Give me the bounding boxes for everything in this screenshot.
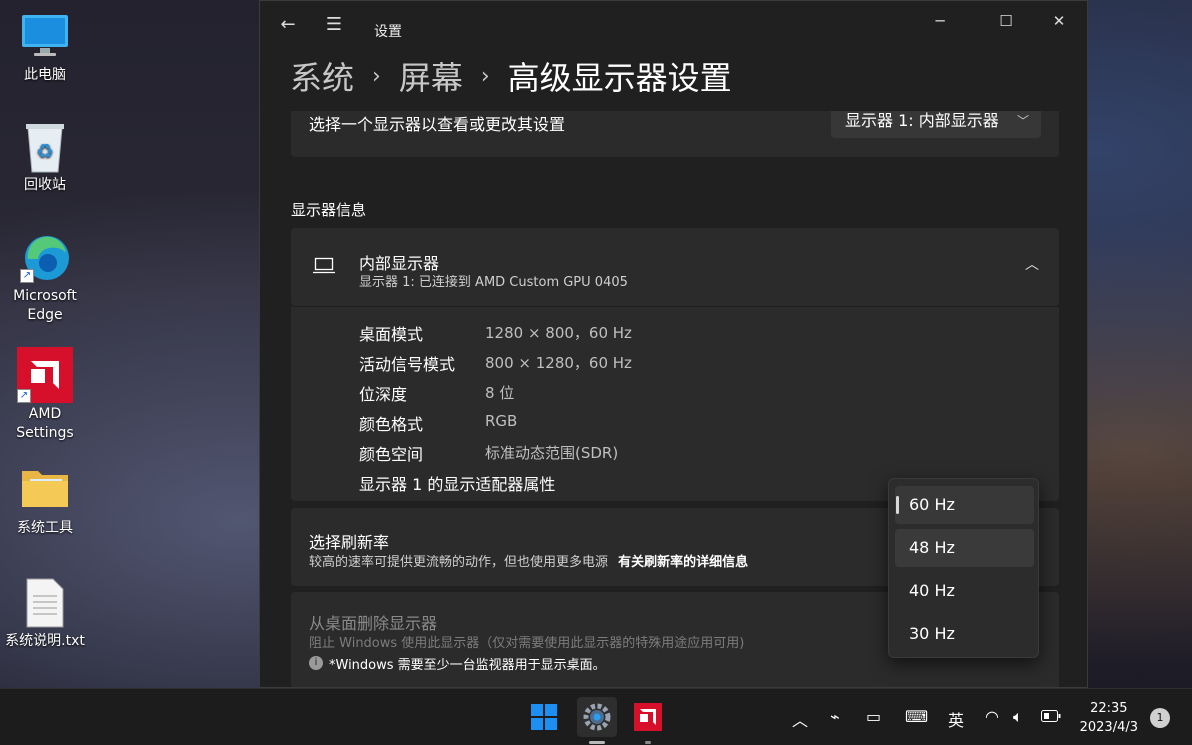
- desktop-icon-label: 此电脑: [24, 67, 66, 83]
- refresh-rate-info-link[interactable]: 有关刷新率的详细信息: [618, 555, 748, 570]
- desktop-icon-recycle-bin[interactable]: ♻ 回收站: [0, 122, 90, 195]
- display-select-value: 显示器 1: 内部显示器: [845, 111, 999, 130]
- close-button[interactable]: ✕: [1036, 7, 1082, 35]
- desktop-icon-label: 回收站: [24, 177, 66, 193]
- wifi-icon[interactable]: ◠: [985, 707, 999, 726]
- display-info-header[interactable]: 内部显示器 显示器 1: 已连接到 AMD Custom GPU 0405 ︿: [291, 228, 1059, 306]
- select-display-card: 选择一个显示器以查看或更改其设置 显示器 1: 内部显示器 ﹀: [291, 111, 1059, 157]
- adapter-properties-link[interactable]: 显示器 1 的显示适配器属性: [359, 471, 555, 495]
- taskbar-amd-app[interactable]: [628, 697, 668, 744]
- section-title-display-info: 显示器信息: [291, 201, 367, 219]
- refresh-rate-dropdown: 60 Hz 48 Hz 40 Hz 30 Hz: [888, 478, 1039, 658]
- display-info-details: 桌面模式 1280 × 800，60 Hz 活动信号模式 800 × 1280，…: [291, 307, 1059, 501]
- desktop-icon-edge[interactable]: ↗ Microsoft Edge: [0, 233, 90, 325]
- refresh-option-48[interactable]: 48 Hz: [895, 529, 1034, 567]
- breadcrumb-system[interactable]: 系统: [290, 53, 354, 99]
- chevron-up-icon[interactable]: ︿: [1025, 254, 1039, 274]
- show-hidden-icons-icon[interactable]: ︿: [792, 707, 808, 731]
- keyboard-icon[interactable]: ⌨: [905, 707, 928, 726]
- usb-icon[interactable]: ⌁: [830, 707, 840, 726]
- info-value-desktop-mode: 1280 × 800，60 Hz: [485, 324, 632, 342]
- desktop-icon-label: 系统工具: [17, 520, 73, 536]
- taskbar: ︿ ⌁ ▭ ⌨ 英 ◠ 🔈︎ 22:35 2023/4/3 1: [0, 688, 1192, 745]
- info-label-color-format: 颜色格式: [359, 415, 424, 434]
- desktop-icon-this-pc[interactable]: 此电脑: [0, 12, 90, 85]
- info-value-color-space: 标准动态范围(SDR): [485, 444, 619, 462]
- window-title: 设置: [374, 24, 402, 40]
- amd-icon: ↗: [17, 347, 73, 403]
- clock-date: 2023/4/3: [1079, 720, 1138, 735]
- hamburger-menu-icon[interactable]: ☰: [322, 13, 346, 37]
- laptop-icon: [313, 257, 335, 279]
- refresh-rate-description: 较高的速率可提供更流畅的动作，但也使用更多电源 有关刷新率的详细信息: [309, 551, 748, 570]
- page-title: 高级显示器设置: [507, 59, 732, 97]
- refresh-option-label: 60 Hz: [909, 495, 955, 514]
- info-icon: i: [309, 656, 323, 670]
- back-arrow-icon[interactable]: ←: [276, 13, 300, 37]
- start-button[interactable]: [524, 697, 564, 737]
- shortcut-arrow-icon: ↗: [17, 389, 31, 403]
- display-select-dropdown[interactable]: 显示器 1: 内部显示器 ﹀: [831, 111, 1041, 138]
- info-value-active-signal: 800 × 1280，60 Hz: [485, 354, 632, 372]
- desktop-icon-label: 系统说明.txt: [5, 633, 85, 649]
- breadcrumb-display[interactable]: 屏幕: [399, 53, 463, 99]
- desktop-icon-readme[interactable]: 系统说明.txt: [0, 578, 90, 651]
- clock-time: 22:35: [1090, 701, 1128, 716]
- refresh-option-40[interactable]: 40 Hz: [895, 572, 1034, 610]
- gear-icon: [583, 703, 611, 731]
- recycle-bin-icon: ♻: [20, 122, 70, 173]
- desktop-icon-label: AMD Settings: [16, 406, 74, 441]
- desktop-icon-label: Microsoft Edge: [13, 288, 77, 323]
- refresh-rate-desc-text: 较高的速率可提供更流畅的动作，但也使用更多电源: [309, 555, 609, 570]
- desktop-icon-system-tools[interactable]: 系统工具: [0, 465, 90, 538]
- windows-logo-icon: [531, 704, 557, 730]
- chevron-down-icon: ﹀: [1016, 114, 1029, 128]
- refresh-option-60[interactable]: 60 Hz: [895, 486, 1034, 524]
- amd-icon: [634, 703, 662, 731]
- active-app-indicator: [589, 741, 605, 744]
- select-display-label: 选择一个显示器以查看或更改其设置: [309, 115, 566, 134]
- refresh-rate-title: 选择刷新率: [309, 533, 390, 552]
- title-bar: ← ☰ 设置 ─ ☐ ✕: [260, 1, 1087, 49]
- folder-icon: [20, 465, 70, 515]
- info-label-desktop-mode: 桌面模式: [359, 325, 424, 344]
- monitor-icon[interactable]: ▭: [866, 707, 881, 726]
- refresh-option-30[interactable]: 30 Hz: [895, 615, 1034, 653]
- info-value-color-format: RGB: [485, 412, 518, 430]
- maximize-button[interactable]: ☐: [983, 7, 1029, 35]
- remove-display-description: 阻止 Windows 使用此显示器（仅对需要使用此显示器的特殊用途应用可用): [309, 636, 745, 651]
- notification-badge[interactable]: 1: [1150, 708, 1170, 728]
- svg-text:♻: ♻: [36, 139, 54, 163]
- info-value-bit-depth: 8 位: [485, 384, 515, 402]
- display-subtitle: 显示器 1: 已连接到 AMD Custom GPU 0405: [359, 275, 628, 290]
- info-label-bit-depth: 位深度: [359, 385, 408, 404]
- text-file-icon: [20, 578, 70, 628]
- shortcut-arrow-icon: ↗: [20, 269, 34, 283]
- info-label-color-space: 颜色空间: [359, 445, 424, 464]
- computer-icon: [20, 12, 70, 62]
- selection-indicator: [896, 496, 899, 514]
- volume-icon[interactable]: 🔈︎: [1013, 707, 1023, 727]
- remove-display-note: *Windows 需要至少一台监视器用于显示桌面。: [329, 658, 606, 673]
- ime-indicator[interactable]: 英: [948, 707, 964, 731]
- remove-display-title: 从桌面删除显示器: [309, 614, 438, 633]
- chevron-right-icon: ›: [480, 63, 490, 89]
- info-label-active-signal: 活动信号模式: [359, 355, 456, 374]
- chevron-right-icon: ›: [372, 63, 381, 89]
- taskbar-settings-app[interactable]: [577, 697, 617, 744]
- minimize-button[interactable]: ─: [917, 7, 963, 35]
- clock[interactable]: 22:35 2023/4/3: [1080, 699, 1138, 737]
- desktop-icon-amd-settings[interactable]: ↗ AMD Settings: [0, 347, 90, 443]
- refresh-option-label: 48 Hz: [909, 538, 955, 557]
- edge-icon: ↗: [20, 233, 70, 283]
- breadcrumb: 系统 › 屏幕 › 高级显示器设置: [290, 53, 732, 99]
- refresh-option-label: 30 Hz: [909, 624, 955, 643]
- running-app-indicator: [645, 741, 651, 744]
- refresh-option-label: 40 Hz: [909, 581, 955, 600]
- battery-icon[interactable]: [1041, 707, 1061, 726]
